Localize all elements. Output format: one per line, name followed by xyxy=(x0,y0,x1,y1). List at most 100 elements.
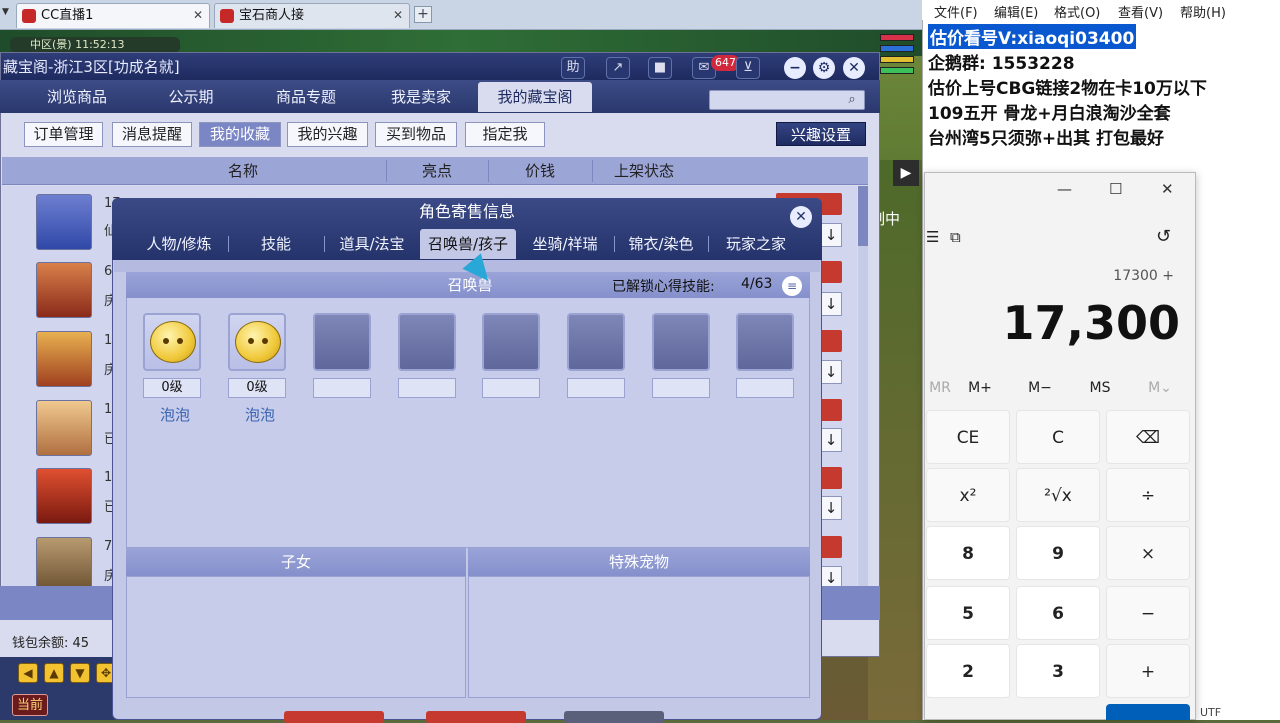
dialog-footer-button[interactable] xyxy=(426,711,526,723)
subtab-orders[interactable]: 订单管理 xyxy=(24,122,103,147)
notepad-line-5[interactable]: 台州湾5只须弥+出其 打包最好 xyxy=(928,124,1164,149)
menu-edit[interactable]: 编辑(E) xyxy=(994,2,1038,21)
key-square[interactable]: x² xyxy=(926,468,1010,522)
keep-on-top-icon[interactable]: ⧉ xyxy=(950,228,961,246)
list-icon[interactable]: ≡ xyxy=(782,276,802,296)
row-down-arrow-icon[interactable]: ↓ xyxy=(820,223,842,247)
tab-my-cbg[interactable]: 我的藏宝阁 xyxy=(478,82,592,112)
dtab-items[interactable]: 道具/法宝 xyxy=(326,229,418,259)
pet-slot[interactable] xyxy=(228,313,286,371)
help-button[interactable]: 助 xyxy=(561,57,585,79)
memory-list-button[interactable]: M⌄ xyxy=(1140,380,1180,396)
key-5[interactable]: 5 xyxy=(926,586,1010,640)
settings-icon[interactable]: ⚙ xyxy=(813,57,835,79)
subtab-interests[interactable]: 我的兴趣 xyxy=(287,122,368,147)
history-icon[interactable]: ↺ xyxy=(1156,226,1171,247)
row-down-arrow-icon[interactable]: ↓ xyxy=(820,496,842,520)
backspace-icon[interactable]: ⌫ xyxy=(1106,410,1190,464)
key-8[interactable]: 8 xyxy=(926,526,1010,580)
memory-store-button[interactable]: MS xyxy=(1080,380,1120,396)
notepad-line-3[interactable]: 估价上号CBG链接2物在卡10万以下 xyxy=(928,74,1207,99)
notepad-line-1[interactable]: 估价看号V:xiaoqi03400 xyxy=(928,24,1137,49)
pet-name-link[interactable]: 泡泡 xyxy=(231,404,289,425)
exp-bar xyxy=(880,67,914,74)
row-down-arrow-icon[interactable]: ↓ xyxy=(820,428,842,452)
subtab-messages[interactable]: 消息提醒 xyxy=(112,122,192,147)
search-icon[interactable]: ⌕ xyxy=(844,92,860,108)
dtab-character[interactable]: 人物/修炼 xyxy=(132,229,226,259)
calc-maximize-button[interactable]: ☐ xyxy=(1109,180,1122,198)
cart-icon[interactable]: ⊻ xyxy=(736,57,760,79)
key-equals[interactable] xyxy=(1106,704,1190,720)
subtab-purchased[interactable]: 买到物品 xyxy=(375,122,457,147)
calc-close-button[interactable]: ✕ xyxy=(1161,180,1174,198)
dialog-footer-button[interactable] xyxy=(564,711,664,723)
menu-view[interactable]: 查看(V) xyxy=(1118,2,1163,21)
close-window-button[interactable]: ✕ xyxy=(843,57,865,79)
character-avatar[interactable] xyxy=(36,262,92,318)
tab-topics[interactable]: 商品专题 xyxy=(248,82,364,112)
tab-browse[interactable]: 浏览商品 xyxy=(20,82,134,112)
arrow-up-icon[interactable]: ▲ xyxy=(44,663,64,683)
play-icon[interactable]: ▶ xyxy=(893,160,919,186)
key-clear[interactable]: C xyxy=(1016,410,1100,464)
subtab-favorites[interactable]: 我的收藏 xyxy=(199,122,281,147)
menu-file[interactable]: 文件(F) xyxy=(934,2,978,21)
table-scrollbar[interactable] xyxy=(858,186,868,586)
arrow-left-icon[interactable]: ◀ xyxy=(18,663,38,683)
dtab-home[interactable]: 玩家之家 xyxy=(710,229,802,259)
character-avatar[interactable] xyxy=(36,194,92,250)
dtab-pets[interactable]: 召唤兽/孩子 xyxy=(420,229,516,259)
calc-minimize-button[interactable]: — xyxy=(1057,180,1072,198)
character-avatar[interactable] xyxy=(36,400,92,456)
close-tab-icon[interactable]: ✕ xyxy=(393,4,403,27)
key-clear-entry[interactable]: CE xyxy=(926,410,1010,464)
dialog-close-icon[interactable]: ✕ xyxy=(790,206,812,228)
key-plus[interactable]: + xyxy=(1106,644,1190,698)
subtab-designated[interactable]: 指定我 xyxy=(465,122,545,147)
key-minus[interactable]: − xyxy=(1106,586,1190,640)
menu-format[interactable]: 格式(O) xyxy=(1054,2,1100,21)
key-2[interactable]: 2 xyxy=(926,644,1010,698)
key-3[interactable]: 3 xyxy=(1016,644,1100,698)
memory-add-button[interactable]: M+ xyxy=(960,380,1000,396)
scrollbar-thumb[interactable] xyxy=(858,186,868,246)
menu-help[interactable]: 帮助(H) xyxy=(1180,2,1226,21)
dtab-skills[interactable]: 技能 xyxy=(230,229,322,259)
row-down-arrow-icon[interactable]: ↓ xyxy=(820,292,842,316)
key-multiply[interactable]: × xyxy=(1106,526,1190,580)
hamburger-menu-icon[interactable]: ☰ xyxy=(926,228,939,246)
tab-list-dropdown-icon[interactable]: ▼ xyxy=(2,7,14,21)
close-tab-icon[interactable]: ✕ xyxy=(193,4,203,27)
search-input[interactable] xyxy=(709,90,865,110)
stop-icon[interactable]: ■ xyxy=(648,57,672,79)
pet-level-empty xyxy=(313,378,371,398)
character-avatar[interactable] xyxy=(36,331,92,387)
tab-seller[interactable]: 我是卖家 xyxy=(364,82,478,112)
dtab-mounts[interactable]: 坐骑/祥瑞 xyxy=(518,229,612,259)
memory-subtract-button[interactable]: M− xyxy=(1020,380,1060,396)
character-avatar[interactable] xyxy=(36,537,92,593)
new-tab-button[interactable]: + xyxy=(414,6,432,23)
tab-publicity[interactable]: 公示期 xyxy=(134,82,248,112)
browser-tab-live[interactable]: CC直播1 ✕ xyxy=(16,3,210,28)
notepad-line-4[interactable]: 109五开 骨龙+月白浪淘沙全套 xyxy=(928,99,1171,124)
notepad-line-2[interactable]: 企鹅群: 1553228 xyxy=(928,49,1075,74)
pet-name-link[interactable]: 泡泡 xyxy=(146,404,204,425)
dialog-footer-button[interactable] xyxy=(284,711,384,723)
dtab-outfits[interactable]: 锦衣/染色 xyxy=(616,229,706,259)
current-channel-button[interactable]: 当前 xyxy=(12,694,48,716)
key-6[interactable]: 6 xyxy=(1016,586,1100,640)
key-divide[interactable]: ÷ xyxy=(1106,468,1190,522)
row-down-arrow-icon[interactable]: ↓ xyxy=(820,360,842,384)
arrow-down-icon[interactable]: ▼ xyxy=(70,663,90,683)
browser-tab-merchant[interactable]: 宝石商人接 ✕ xyxy=(214,3,410,28)
share-icon[interactable]: ↗ xyxy=(606,57,630,79)
character-avatar[interactable] xyxy=(36,468,92,524)
memory-recall-button[interactable]: MR xyxy=(920,380,960,396)
key-9[interactable]: 9 xyxy=(1016,526,1100,580)
minimize-button[interactable]: − xyxy=(784,57,806,79)
pet-slot[interactable] xyxy=(143,313,201,371)
interest-settings-button[interactable]: 兴趣设置 xyxy=(776,122,866,146)
key-sqrt[interactable]: ²√x xyxy=(1016,468,1100,522)
